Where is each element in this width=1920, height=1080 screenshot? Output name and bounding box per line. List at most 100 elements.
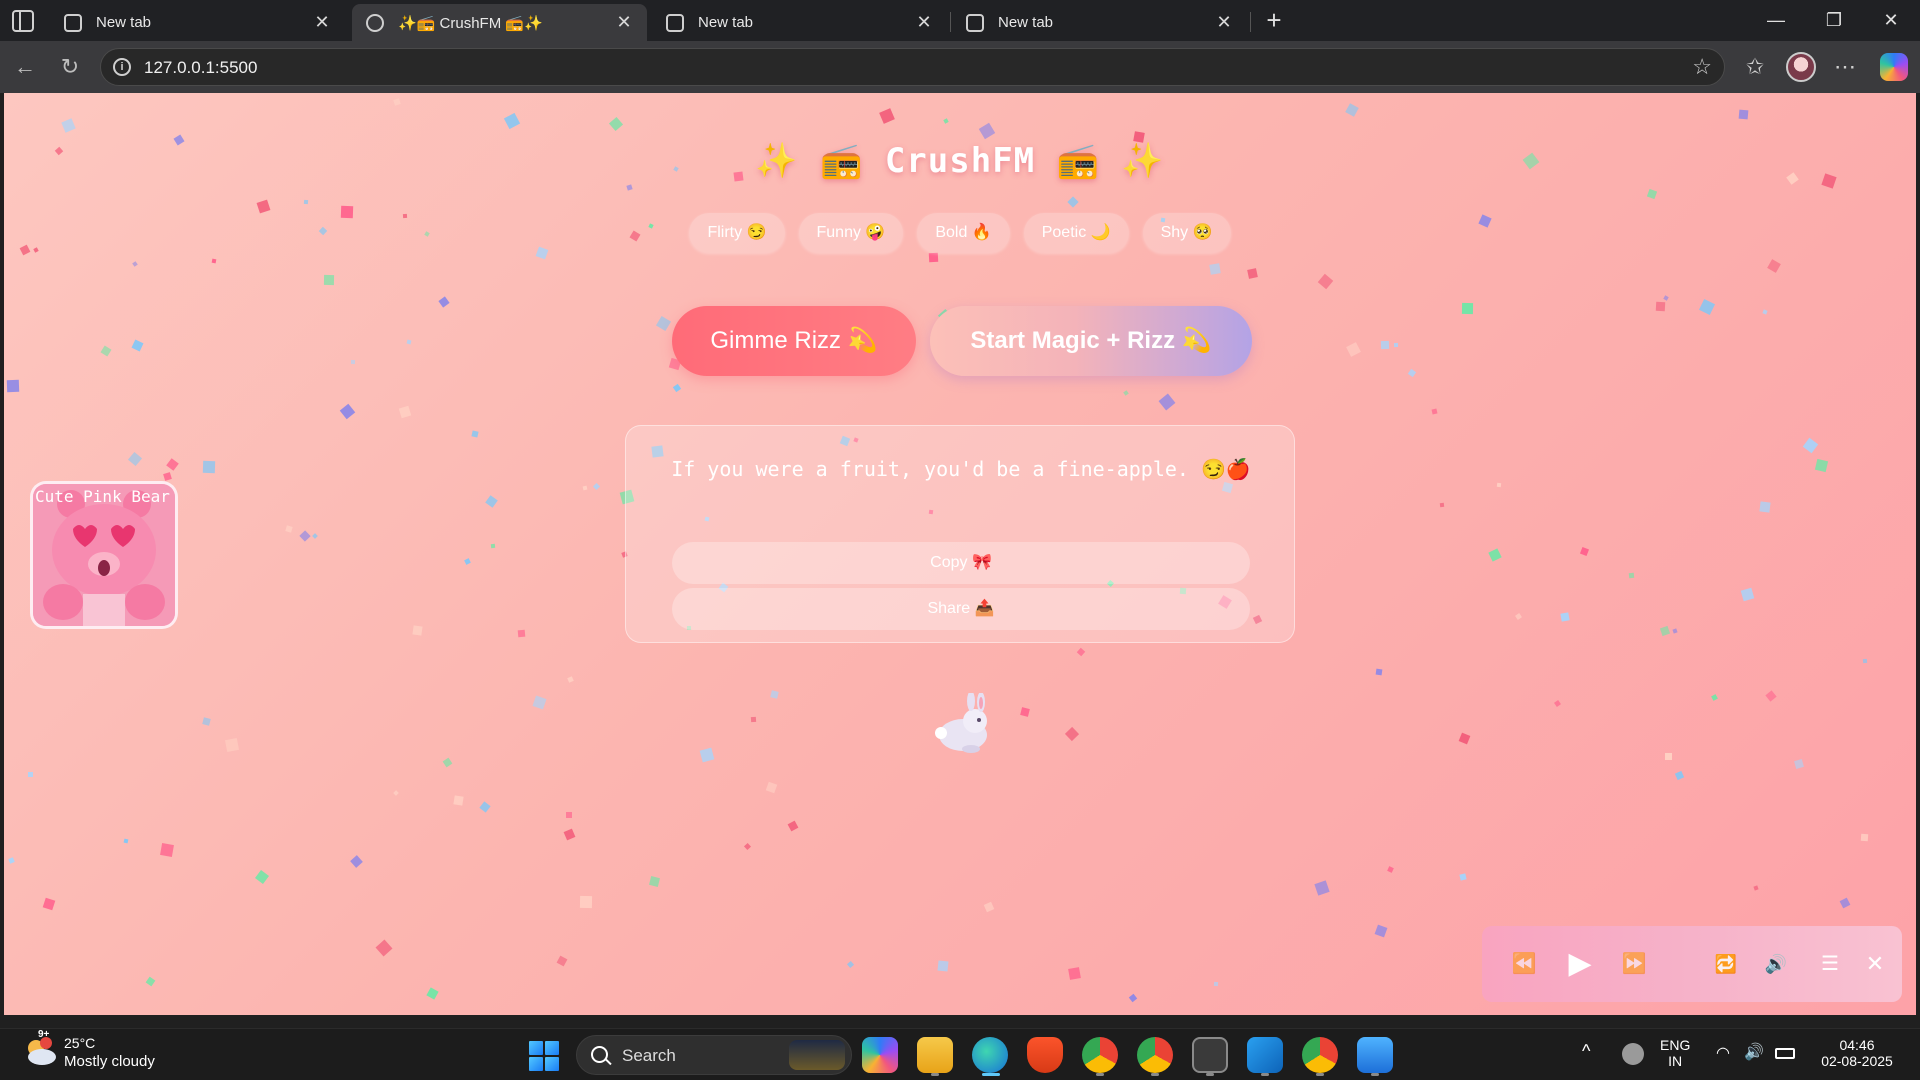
back-arrow-icon[interactable]: ← [8, 50, 42, 84]
confetti-piece [770, 690, 779, 699]
confetti-piece [485, 495, 498, 508]
onedrive-status-icon[interactable] [1622, 1043, 1644, 1065]
tab-title: New tab [96, 14, 152, 31]
mood-chip-poetic[interactable]: Poetic 🌙 [1023, 213, 1129, 253]
confetti-piece [412, 625, 423, 636]
close-tab-icon[interactable]: ✕ [313, 12, 331, 33]
confetti-piece [1628, 572, 1635, 579]
address-url[interactable]: 127.0.0.1:5500 [144, 58, 257, 78]
site-info-icon[interactable]: i [113, 58, 131, 76]
weather-widget[interactable] [22, 1037, 58, 1067]
chrome-profile-3-icon[interactable] [1302, 1037, 1338, 1073]
confetti-piece [406, 339, 412, 345]
tab-separator [950, 12, 951, 32]
close-tab-icon[interactable]: ✕ [1215, 12, 1233, 33]
copy-button[interactable]: Copy 🎀 [672, 542, 1250, 584]
address-bar[interactable]: i 127.0.0.1:5500 ☆ [100, 48, 1725, 86]
rewind-icon[interactable]: ⏪ [1504, 926, 1544, 1002]
confetti-piece [1762, 309, 1768, 315]
photos-app-icon[interactable] [1357, 1037, 1393, 1073]
play-icon[interactable]: ▶ [1560, 926, 1600, 1002]
confetti-piece [350, 855, 363, 868]
mood-chip-shy[interactable]: Shy 🥺 [1142, 213, 1231, 253]
confetti-piece [1738, 109, 1749, 120]
confetti-piece [983, 901, 995, 913]
weather-description: Mostly cloudy [64, 1053, 155, 1070]
copilot-app-icon[interactable] [862, 1037, 898, 1073]
tab-crushfm[interactable]: ✨📻 CrushFM 📻✨ ✕ [352, 4, 647, 41]
more-options-icon[interactable]: ⋯ [1828, 50, 1862, 84]
chrome-profile-1-icon[interactable] [1082, 1037, 1118, 1073]
clock[interactable]: 04:46 02-08-2025 [1815, 1037, 1899, 1069]
tab-actions-icon[interactable] [12, 10, 34, 32]
running-indicator [1096, 1073, 1104, 1076]
confetti-piece [1860, 833, 1869, 842]
close-window-button[interactable]: ✕ [1862, 0, 1920, 41]
confetti-piece [1655, 301, 1666, 312]
confetti-piece [42, 897, 56, 911]
repeat-icon[interactable]: 🔁 [1708, 926, 1744, 1002]
share-button[interactable]: Share 📤 [672, 588, 1250, 630]
favorites-icon[interactable]: ✩ [1738, 50, 1772, 84]
vscode-icon[interactable] [1247, 1037, 1283, 1073]
confetti-piece [1393, 342, 1399, 348]
mood-chip-flirty[interactable]: Flirty 😏 [689, 213, 785, 253]
confetti-piece [1374, 924, 1388, 938]
confetti-piece [398, 405, 412, 419]
search-icon [591, 1046, 608, 1063]
close-tab-icon[interactable]: ✕ [915, 12, 933, 33]
gimme-rizz-button[interactable]: Gimme Rizz 💫 [672, 306, 916, 376]
edge-browser-icon[interactable] [972, 1037, 1008, 1073]
rizz-line-card: If you were a fruit, you'd be a fine-app… [625, 425, 1295, 643]
confetti-piece [1067, 196, 1079, 208]
terminal-icon[interactable] [1192, 1037, 1228, 1073]
show-hidden-icons-chevron-icon[interactable]: ^ [1582, 1041, 1590, 1062]
close-tab-icon[interactable]: ✕ [615, 12, 633, 33]
language-indicator[interactable]: ENG IN [1660, 1037, 1690, 1069]
confetti-piece [1663, 295, 1669, 301]
new-tab-page-icon [666, 13, 684, 32]
confetti-piece [928, 252, 939, 263]
tab-new-tab-2[interactable]: New tab ✕ [652, 4, 947, 41]
profile-avatar[interactable] [1786, 52, 1816, 82]
start-button[interactable] [529, 1041, 559, 1071]
music-player: ⏪ ▶ ⏩ 🔁 🔊 ☰ ✕ [1482, 926, 1902, 1002]
confetti-piece [1814, 458, 1829, 473]
playlist-icon[interactable]: ☰ [1812, 926, 1848, 1002]
maximize-button[interactable]: ❐ [1805, 0, 1863, 41]
confetti-piece [563, 828, 576, 841]
brave-browser-icon[interactable] [1027, 1037, 1063, 1073]
file-explorer-icon[interactable] [917, 1037, 953, 1073]
confetti-piece [426, 987, 439, 1000]
tab-new-tab-1[interactable]: New tab ✕ [50, 4, 345, 41]
volume-icon[interactable]: 🔊 [1758, 926, 1794, 1002]
close-player-icon[interactable]: ✕ [1858, 926, 1892, 1002]
mood-chip-bold[interactable]: Bold 🔥 [917, 213, 1010, 253]
new-tab-button[interactable]: + [1260, 4, 1288, 36]
confetti-piece [393, 790, 399, 796]
mood-chip-funny[interactable]: Funny 🤪 [798, 213, 904, 253]
taskbar-search[interactable]: Search [576, 1035, 852, 1075]
language-code: ENG [1660, 1037, 1691, 1053]
tab-title: New tab [698, 14, 754, 31]
favorite-star-icon[interactable]: ☆ [1692, 54, 1712, 80]
confetti-piece [471, 430, 479, 438]
confetti-piece [608, 116, 624, 132]
volume-icon[interactable]: 🔊 [1744, 1042, 1764, 1062]
rizz-line-text: If you were a fruit, you'd be a fine-app… [671, 457, 1251, 481]
battery-icon[interactable] [1775, 1048, 1795, 1059]
copilot-icon[interactable] [1880, 53, 1908, 81]
tab-separator [1250, 12, 1251, 32]
fast-forward-icon[interactable]: ⏩ [1614, 926, 1654, 1002]
chrome-profile-2-icon[interactable] [1137, 1037, 1173, 1073]
minimize-button[interactable]: — [1747, 0, 1805, 41]
wifi-icon[interactable]: ◠ [1716, 1043, 1730, 1063]
confetti-piece [556, 955, 568, 967]
confetti-piece [132, 261, 138, 267]
running-indicator [1151, 1073, 1159, 1076]
running-indicator [1316, 1073, 1324, 1076]
refresh-icon[interactable]: ↻ [53, 50, 87, 84]
tab-new-tab-3[interactable]: New tab ✕ [952, 4, 1247, 41]
start-magic-rizz-button[interactable]: Start Magic + Rizz 💫 [930, 306, 1252, 376]
confetti-piece [765, 781, 778, 794]
